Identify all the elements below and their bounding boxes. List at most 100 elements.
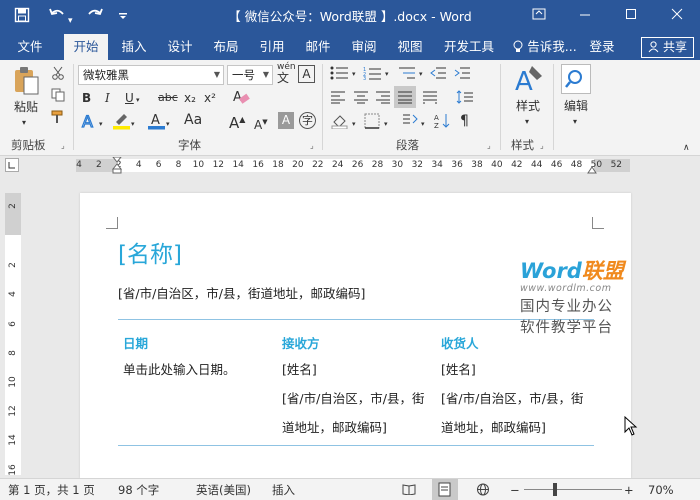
horizontal-ruler[interactable]: 4 2 2 4 6 8 10 12 14 16 18 20 22 24 26 28 30 32 34 36 38 40 42… — [0, 156, 700, 177]
indent-marker-icon[interactable] — [111, 156, 123, 178]
copy-icon[interactable] — [51, 88, 65, 106]
subscript-button[interactable]: x₂ — [184, 90, 196, 106]
language-indicator[interactable]: 英语(美国) — [196, 482, 251, 498]
consignee-address-line[interactable]: 道地址，邮政编码] — [441, 413, 546, 442]
find-icon[interactable] — [561, 64, 591, 94]
document-title[interactable]: [名称] — [118, 241, 182, 269]
share-button[interactable]: 共享 — [641, 37, 694, 58]
increase-indent-icon[interactable] — [454, 66, 470, 84]
editing-button[interactable]: 编辑 — [564, 98, 588, 114]
text-effects-icon[interactable]: A — [80, 111, 100, 134]
decrease-indent-icon[interactable] — [430, 66, 446, 84]
font-color-icon[interactable]: A — [147, 112, 167, 134]
date-field[interactable]: 单击此处输入日期。 — [123, 355, 236, 384]
phonetic-guide-button[interactable]: wén 文 — [277, 63, 296, 85]
shrink-font-button[interactable]: A▼ — [254, 114, 268, 133]
show-marks-icon[interactable]: ¶ — [460, 113, 469, 129]
change-case-button[interactable]: Aa — [184, 112, 202, 128]
tab-layout[interactable]: 布局 — [204, 34, 248, 60]
cut-icon[interactable] — [51, 66, 65, 84]
chevron-down-icon[interactable]: ▾ — [352, 116, 356, 132]
dialog-launcher-icon[interactable]: ⌟ — [61, 138, 65, 154]
grow-font-button[interactable]: A▲ — [229, 112, 245, 131]
distributed-icon[interactable] — [422, 90, 438, 108]
sort-icon[interactable]: AZ — [434, 113, 452, 133]
word-count[interactable]: 98 个字 — [118, 482, 159, 498]
page-count[interactable]: 第 1 页，共 1 页 — [8, 482, 95, 498]
tab-references[interactable]: 引用 — [250, 34, 294, 60]
format-painter-icon[interactable] — [51, 110, 65, 128]
multilevel-list-icon[interactable] — [397, 66, 417, 84]
insert-mode[interactable]: 插入 — [272, 482, 295, 498]
chevron-down-icon[interactable]: ▾ — [22, 115, 26, 131]
font-name-combo[interactable]: 微软雅黑 ▼ — [78, 65, 224, 85]
minimize-icon[interactable] — [562, 0, 608, 34]
chevron-down-icon[interactable]: ▾ — [166, 116, 170, 132]
chevron-down-icon[interactable]: ▾ — [384, 116, 388, 132]
zoom-in-button[interactable]: + — [624, 482, 634, 498]
chevron-down-icon[interactable]: ▾ — [385, 66, 389, 82]
tab-selector-icon[interactable] — [5, 158, 19, 172]
tab-design[interactable]: 设计 — [158, 34, 202, 60]
tab-mailings[interactable]: 邮件 — [296, 34, 340, 60]
highlight-icon[interactable] — [112, 112, 132, 134]
line-spacing-icon[interactable] — [456, 90, 474, 108]
print-layout-icon[interactable] — [432, 479, 458, 500]
char-border-button[interactable]: A — [298, 65, 315, 83]
bullets-icon[interactable] — [330, 66, 350, 84]
read-mode-icon[interactable] — [402, 483, 416, 499]
zoom-slider-thumb[interactable] — [553, 483, 557, 496]
align-right-icon[interactable] — [375, 90, 391, 108]
sender-address[interactable]: [省/市/自治区，市/县，街道地址，邮政编码] — [118, 283, 365, 302]
chinese-layout-icon[interactable] — [401, 113, 419, 133]
tab-developer[interactable]: 开发工具 — [436, 34, 502, 60]
tab-view[interactable]: 视图 — [388, 34, 432, 60]
recipient-address-line[interactable]: [省/市/自治区，市/县，街 — [282, 384, 425, 413]
web-layout-icon[interactable] — [476, 483, 490, 500]
strikethrough-button[interactable]: abc — [158, 90, 178, 106]
superscript-button[interactable]: x² — [204, 90, 216, 106]
dialog-launcher-icon[interactable]: ⌟ — [540, 138, 544, 154]
paste-icon[interactable] — [12, 66, 40, 100]
align-left-icon[interactable] — [330, 90, 346, 108]
right-indent-marker-icon[interactable] — [587, 163, 597, 177]
consignee-name[interactable]: [姓名] — [441, 355, 476, 384]
tab-review[interactable]: 审阅 — [342, 34, 386, 60]
styles-icon[interactable]: A — [514, 64, 544, 98]
collapse-ribbon-icon[interactable]: ∧ — [683, 140, 690, 156]
maximize-icon[interactable] — [608, 0, 654, 34]
consignee-address-line[interactable]: [省/市/自治区，市/县，街 — [441, 384, 584, 413]
chevron-down-icon[interactable]: ▾ — [421, 116, 425, 132]
recipient-address-line[interactable]: 道地址，邮政编码] — [282, 413, 387, 442]
align-center-icon[interactable] — [353, 90, 369, 108]
chevron-down-icon[interactable]: ▾ — [352, 66, 356, 82]
font-size-combo[interactable]: 一号 ▼ — [227, 65, 273, 85]
chevron-down-icon[interactable]: ▾ — [525, 114, 529, 130]
styles-button[interactable]: 样式 — [516, 98, 540, 114]
chevron-down-icon[interactable]: ▾ — [573, 114, 577, 130]
tab-home[interactable]: 开始 — [64, 34, 108, 60]
zoom-level[interactable]: 70% — [648, 482, 674, 498]
italic-button[interactable]: I — [105, 90, 110, 106]
tell-me[interactable]: 告诉我... — [510, 34, 580, 60]
justify-icon[interactable] — [394, 86, 416, 108]
close-icon[interactable] — [654, 0, 700, 34]
enclose-char-button[interactable]: 字 — [299, 112, 316, 129]
zoom-slider[interactable] — [524, 489, 622, 490]
char-shading-button[interactable]: A — [278, 112, 294, 129]
numbering-icon[interactable]: 123 — [363, 66, 383, 84]
vertical-ruler[interactable]: 2 2 4 6 8 10 12 14 16 — [5, 193, 21, 475]
login-link[interactable]: 登录 — [586, 34, 618, 60]
dialog-launcher-icon[interactable]: ⌟ — [487, 138, 491, 154]
chevron-down-icon[interactable]: ▾ — [99, 116, 103, 132]
tab-file[interactable]: 文件 — [8, 34, 52, 60]
shading-icon[interactable] — [331, 113, 349, 133]
underline-button[interactable]: U — [125, 90, 134, 106]
chevron-down-icon[interactable]: ▾ — [419, 66, 423, 82]
borders-icon[interactable] — [364, 113, 380, 133]
chevron-down-icon[interactable]: ▾ — [131, 116, 135, 132]
ribbon-display-icon[interactable] — [516, 0, 562, 34]
clear-formatting-icon[interactable]: A — [232, 88, 250, 110]
dialog-launcher-icon[interactable]: ⌟ — [310, 138, 314, 154]
tab-insert[interactable]: 插入 — [112, 34, 156, 60]
